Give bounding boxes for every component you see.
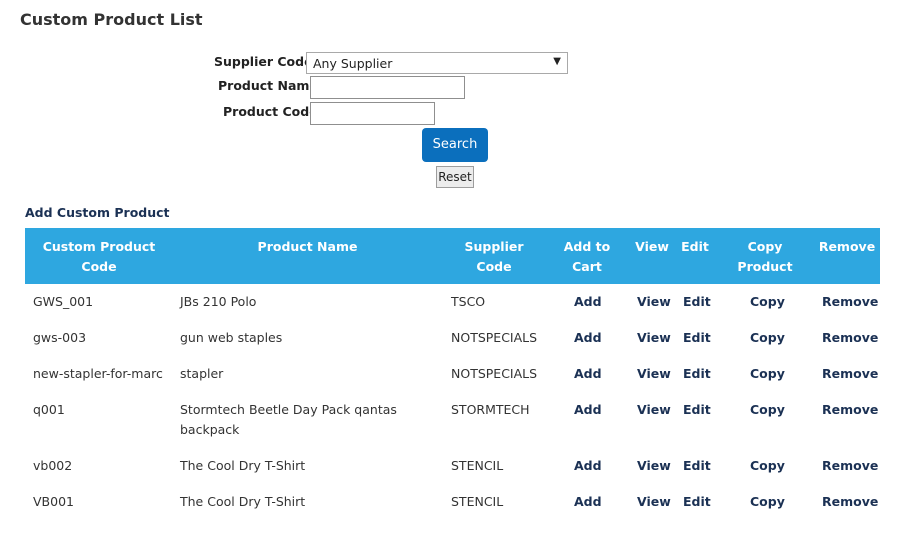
- add-to-cart-link[interactable]: Add: [574, 456, 602, 476]
- row-code: VB001: [33, 494, 74, 509]
- product-name-label: Product Name: [218, 78, 318, 93]
- row-product-name: gun web staples: [180, 330, 283, 345]
- supplier-select-value: Any Supplier: [313, 56, 393, 71]
- remove-link[interactable]: Remove: [822, 492, 878, 512]
- view-link[interactable]: View: [637, 492, 671, 512]
- row-supplier-code: NOTSPECIALS: [451, 366, 538, 381]
- row-code: GWS_001: [33, 294, 94, 309]
- edit-link[interactable]: Edit: [683, 456, 711, 476]
- copy-link[interactable]: Copy: [750, 292, 785, 312]
- remove-link[interactable]: Remove: [822, 328, 878, 348]
- row-supplier-code: STENCIL: [451, 494, 504, 509]
- add-to-cart-link[interactable]: Add: [574, 364, 602, 384]
- header-supplier-code: Supplier Code: [464, 239, 524, 274]
- header-copy-product: Copy Product: [737, 239, 793, 274]
- add-to-cart-link[interactable]: Add: [574, 400, 602, 420]
- view-link[interactable]: View: [637, 456, 671, 476]
- row-product-name: Stormtech Beetle Day Pack qantas backpac…: [180, 402, 397, 437]
- header-view: View: [635, 239, 669, 254]
- row-supplier-code: TSCO: [451, 294, 486, 309]
- page-title: Custom Product List: [20, 10, 203, 29]
- add-to-cart-link[interactable]: Add: [574, 328, 602, 348]
- row-code: vb002: [33, 458, 73, 473]
- view-link[interactable]: View: [637, 400, 671, 420]
- view-link[interactable]: View: [637, 364, 671, 384]
- copy-link[interactable]: Copy: [750, 328, 785, 348]
- edit-link[interactable]: Edit: [683, 364, 711, 384]
- row-product-name: The Cool Dry T-Shirt: [180, 458, 306, 473]
- chevron-down-icon: ▼: [553, 56, 561, 67]
- row-supplier-code: STENCIL: [451, 458, 504, 473]
- copy-link[interactable]: Copy: [750, 364, 785, 384]
- copy-link[interactable]: Copy: [750, 400, 785, 420]
- row-code: gws-003: [33, 330, 87, 345]
- header-custom-product-code: Custom Product Code: [42, 239, 156, 274]
- reset-button[interactable]: Reset: [436, 166, 474, 188]
- add-to-cart-link[interactable]: Add: [574, 492, 602, 512]
- edit-link[interactable]: Edit: [683, 292, 711, 312]
- remove-link[interactable]: Remove: [822, 292, 878, 312]
- copy-link[interactable]: Copy: [750, 492, 785, 512]
- copy-link[interactable]: Copy: [750, 456, 785, 476]
- remove-link[interactable]: Remove: [822, 400, 878, 420]
- header-add-to-cart: Add to Cart: [563, 239, 611, 274]
- product-code-input[interactable]: [310, 102, 435, 125]
- row-code: q001: [33, 402, 65, 417]
- edit-link[interactable]: Edit: [683, 400, 711, 420]
- row-product-name: The Cool Dry T-Shirt: [180, 494, 306, 509]
- edit-link[interactable]: Edit: [683, 328, 711, 348]
- table-header: Custom Product Code Product Name Supplie…: [25, 228, 880, 284]
- supplier-code-label: Supplier Code:: [214, 54, 318, 69]
- view-link[interactable]: View: [637, 328, 671, 348]
- product-name-input[interactable]: [310, 76, 465, 99]
- remove-link[interactable]: Remove: [822, 456, 878, 476]
- row-product-name: stapler: [180, 366, 224, 381]
- product-code-label: Product Code: [223, 104, 318, 119]
- row-supplier-code: NOTSPECIALS: [451, 330, 538, 345]
- edit-link[interactable]: Edit: [683, 492, 711, 512]
- row-supplier-code: STORMTECH: [451, 402, 530, 417]
- supplier-select[interactable]: Any Supplier ▼: [306, 52, 568, 74]
- remove-link[interactable]: Remove: [822, 364, 878, 384]
- add-custom-product-link[interactable]: Add Custom Product: [25, 205, 170, 220]
- row-product-name: JBs 210 Polo: [180, 294, 257, 309]
- header-remove: Remove: [818, 239, 876, 254]
- search-button[interactable]: Search: [422, 128, 488, 162]
- header-product-name: Product Name: [257, 239, 358, 254]
- add-to-cart-link[interactable]: Add: [574, 292, 602, 312]
- row-code: new-stapler-for-marc: [33, 366, 163, 381]
- header-edit: Edit: [681, 239, 709, 254]
- view-link[interactable]: View: [637, 292, 671, 312]
